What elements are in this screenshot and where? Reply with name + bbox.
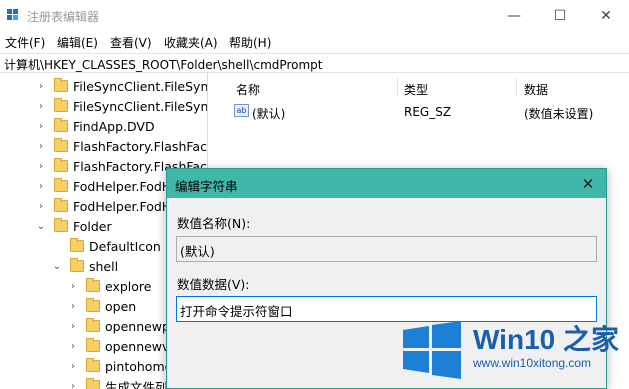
chevron-right-icon[interactable]: › — [68, 361, 78, 372]
dialog-close-button[interactable]: ✕ — [570, 169, 606, 198]
dialog-title-bar: 编辑字符串 ✕ — [167, 169, 606, 198]
watermark-title: Win10 之家 — [473, 324, 619, 355]
folder-icon — [54, 138, 68, 152]
value-type: REG_SZ — [404, 105, 452, 119]
chevron-down-icon[interactable]: ⌄ — [52, 261, 62, 272]
folder-icon — [54, 158, 68, 172]
chevron-right-icon[interactable]: › — [68, 321, 78, 332]
tree-item[interactable]: › FindApp.DVD — [36, 116, 155, 136]
column-header-data[interactable]: 数据 — [524, 81, 548, 98]
chevron-right-icon[interactable]: › — [68, 381, 78, 389]
dialog-title: 编辑字符串 — [175, 179, 238, 194]
chevron-right-icon[interactable]: › — [36, 101, 46, 112]
chevron-right-icon[interactable]: › — [68, 301, 78, 312]
chevron-right-icon[interactable]: › — [36, 181, 46, 192]
value-name[interactable]: (默认) — [252, 105, 285, 122]
folder-icon — [86, 298, 100, 312]
tree-item[interactable]: ›FileSyncClient.FileSyncC — [36, 76, 207, 96]
title-bar: 注册表编辑器 — ☐ ✕ — [0, 0, 629, 31]
folder-icon — [86, 378, 100, 389]
tree-item[interactable]: › pintohome — [68, 356, 172, 376]
column-header-type[interactable]: 类型 — [404, 81, 428, 98]
chevron-right-icon[interactable]: › — [36, 161, 46, 172]
chevron-right-icon[interactable]: › — [68, 341, 78, 352]
chevron-right-icon[interactable]: › — [36, 121, 46, 132]
menu-view[interactable]: 查看(V) — [110, 34, 152, 51]
folder-icon — [70, 238, 84, 252]
folder-icon — [54, 218, 68, 232]
folder-icon — [54, 118, 68, 132]
string-value-icon: ab — [234, 104, 249, 117]
folder-icon — [54, 98, 68, 112]
folder-icon — [86, 338, 100, 352]
tree-item[interactable]: › explore — [68, 276, 151, 296]
column-divider[interactable] — [397, 78, 398, 96]
watermark-url: www.win10xitong.com — [473, 356, 592, 370]
chevron-down-icon[interactable]: ⌄ — [36, 221, 46, 232]
close-icon: ✕ — [581, 174, 595, 193]
column-divider[interactable] — [516, 78, 517, 96]
window-title: 注册表编辑器 — [27, 10, 100, 24]
tree-item-folder[interactable]: ⌄ Folder — [36, 216, 112, 236]
tree-item[interactable]: › opennewp — [68, 316, 170, 336]
address-path[interactable]: 计算机\HKEY_CLASSES_ROOT\Folder\shell\cmdPr… — [4, 56, 322, 73]
column-header-name[interactable]: 名称 — [236, 81, 260, 98]
value-data-label: 数值数据(V): — [177, 277, 250, 292]
minimize-icon: — — [507, 7, 521, 24]
menu-edit[interactable]: 编辑(E) — [57, 34, 98, 51]
folder-icon — [86, 358, 100, 372]
value-data: (数值未设置) — [524, 107, 594, 121]
maximize-button[interactable]: ☐ — [537, 0, 583, 31]
minimize-button[interactable]: — — [491, 0, 537, 31]
tree-item-defaulticon[interactable]: DefaultIcon — [52, 236, 161, 256]
folder-icon — [86, 278, 100, 292]
close-icon: ✕ — [600, 7, 612, 24]
value-name-label: 数值名称(N): — [177, 216, 251, 231]
folder-icon — [54, 178, 68, 192]
close-button[interactable]: ✕ — [583, 0, 629, 31]
folder-icon — [70, 258, 84, 272]
address-bar[interactable]: 计算机\HKEY_CLASSES_ROOT\Folder\shell\cmdPr… — [0, 53, 629, 73]
menu-favorites[interactable]: 收藏夹(A) — [164, 34, 218, 51]
tree-item[interactable]: › FlashFactory.FlashFacto — [36, 136, 207, 156]
windows-logo-icon — [403, 321, 461, 379]
tree-item[interactable]: › open — [68, 296, 136, 316]
tree-item-shell[interactable]: ⌄ shell — [52, 256, 118, 276]
menu-help[interactable]: 帮助(H) — [229, 34, 271, 51]
tree-item[interactable]: › opennewv — [68, 336, 169, 356]
regedit-icon — [7, 9, 21, 23]
folder-icon — [86, 318, 100, 332]
tree-item[interactable]: › FodHelper.FodH — [36, 176, 171, 196]
menu-bar: 文件(F) 编辑(E) 查看(V) 收藏夹(A) 帮助(H) — [0, 31, 629, 53]
folder-icon — [54, 198, 68, 212]
chevron-right-icon[interactable]: › — [36, 81, 46, 92]
tree-item[interactable]: › 生成文件列表 — [68, 376, 180, 389]
menu-file[interactable]: 文件(F) — [5, 34, 45, 51]
tree-item[interactable]: › FodHelper.FodH — [36, 196, 171, 216]
chevron-right-icon[interactable]: › — [36, 141, 46, 152]
watermark: Win10 之家 www.win10xitong.com — [393, 310, 629, 389]
folder-icon — [54, 78, 68, 92]
chevron-right-icon[interactable]: › — [36, 201, 46, 212]
tree-item[interactable]: ›FileSyncClient.FileSyncC — [36, 96, 207, 116]
maximize-icon: ☐ — [553, 7, 567, 24]
chevron-right-icon[interactable]: › — [68, 281, 78, 292]
value-name-field: (默认) — [176, 236, 597, 262]
